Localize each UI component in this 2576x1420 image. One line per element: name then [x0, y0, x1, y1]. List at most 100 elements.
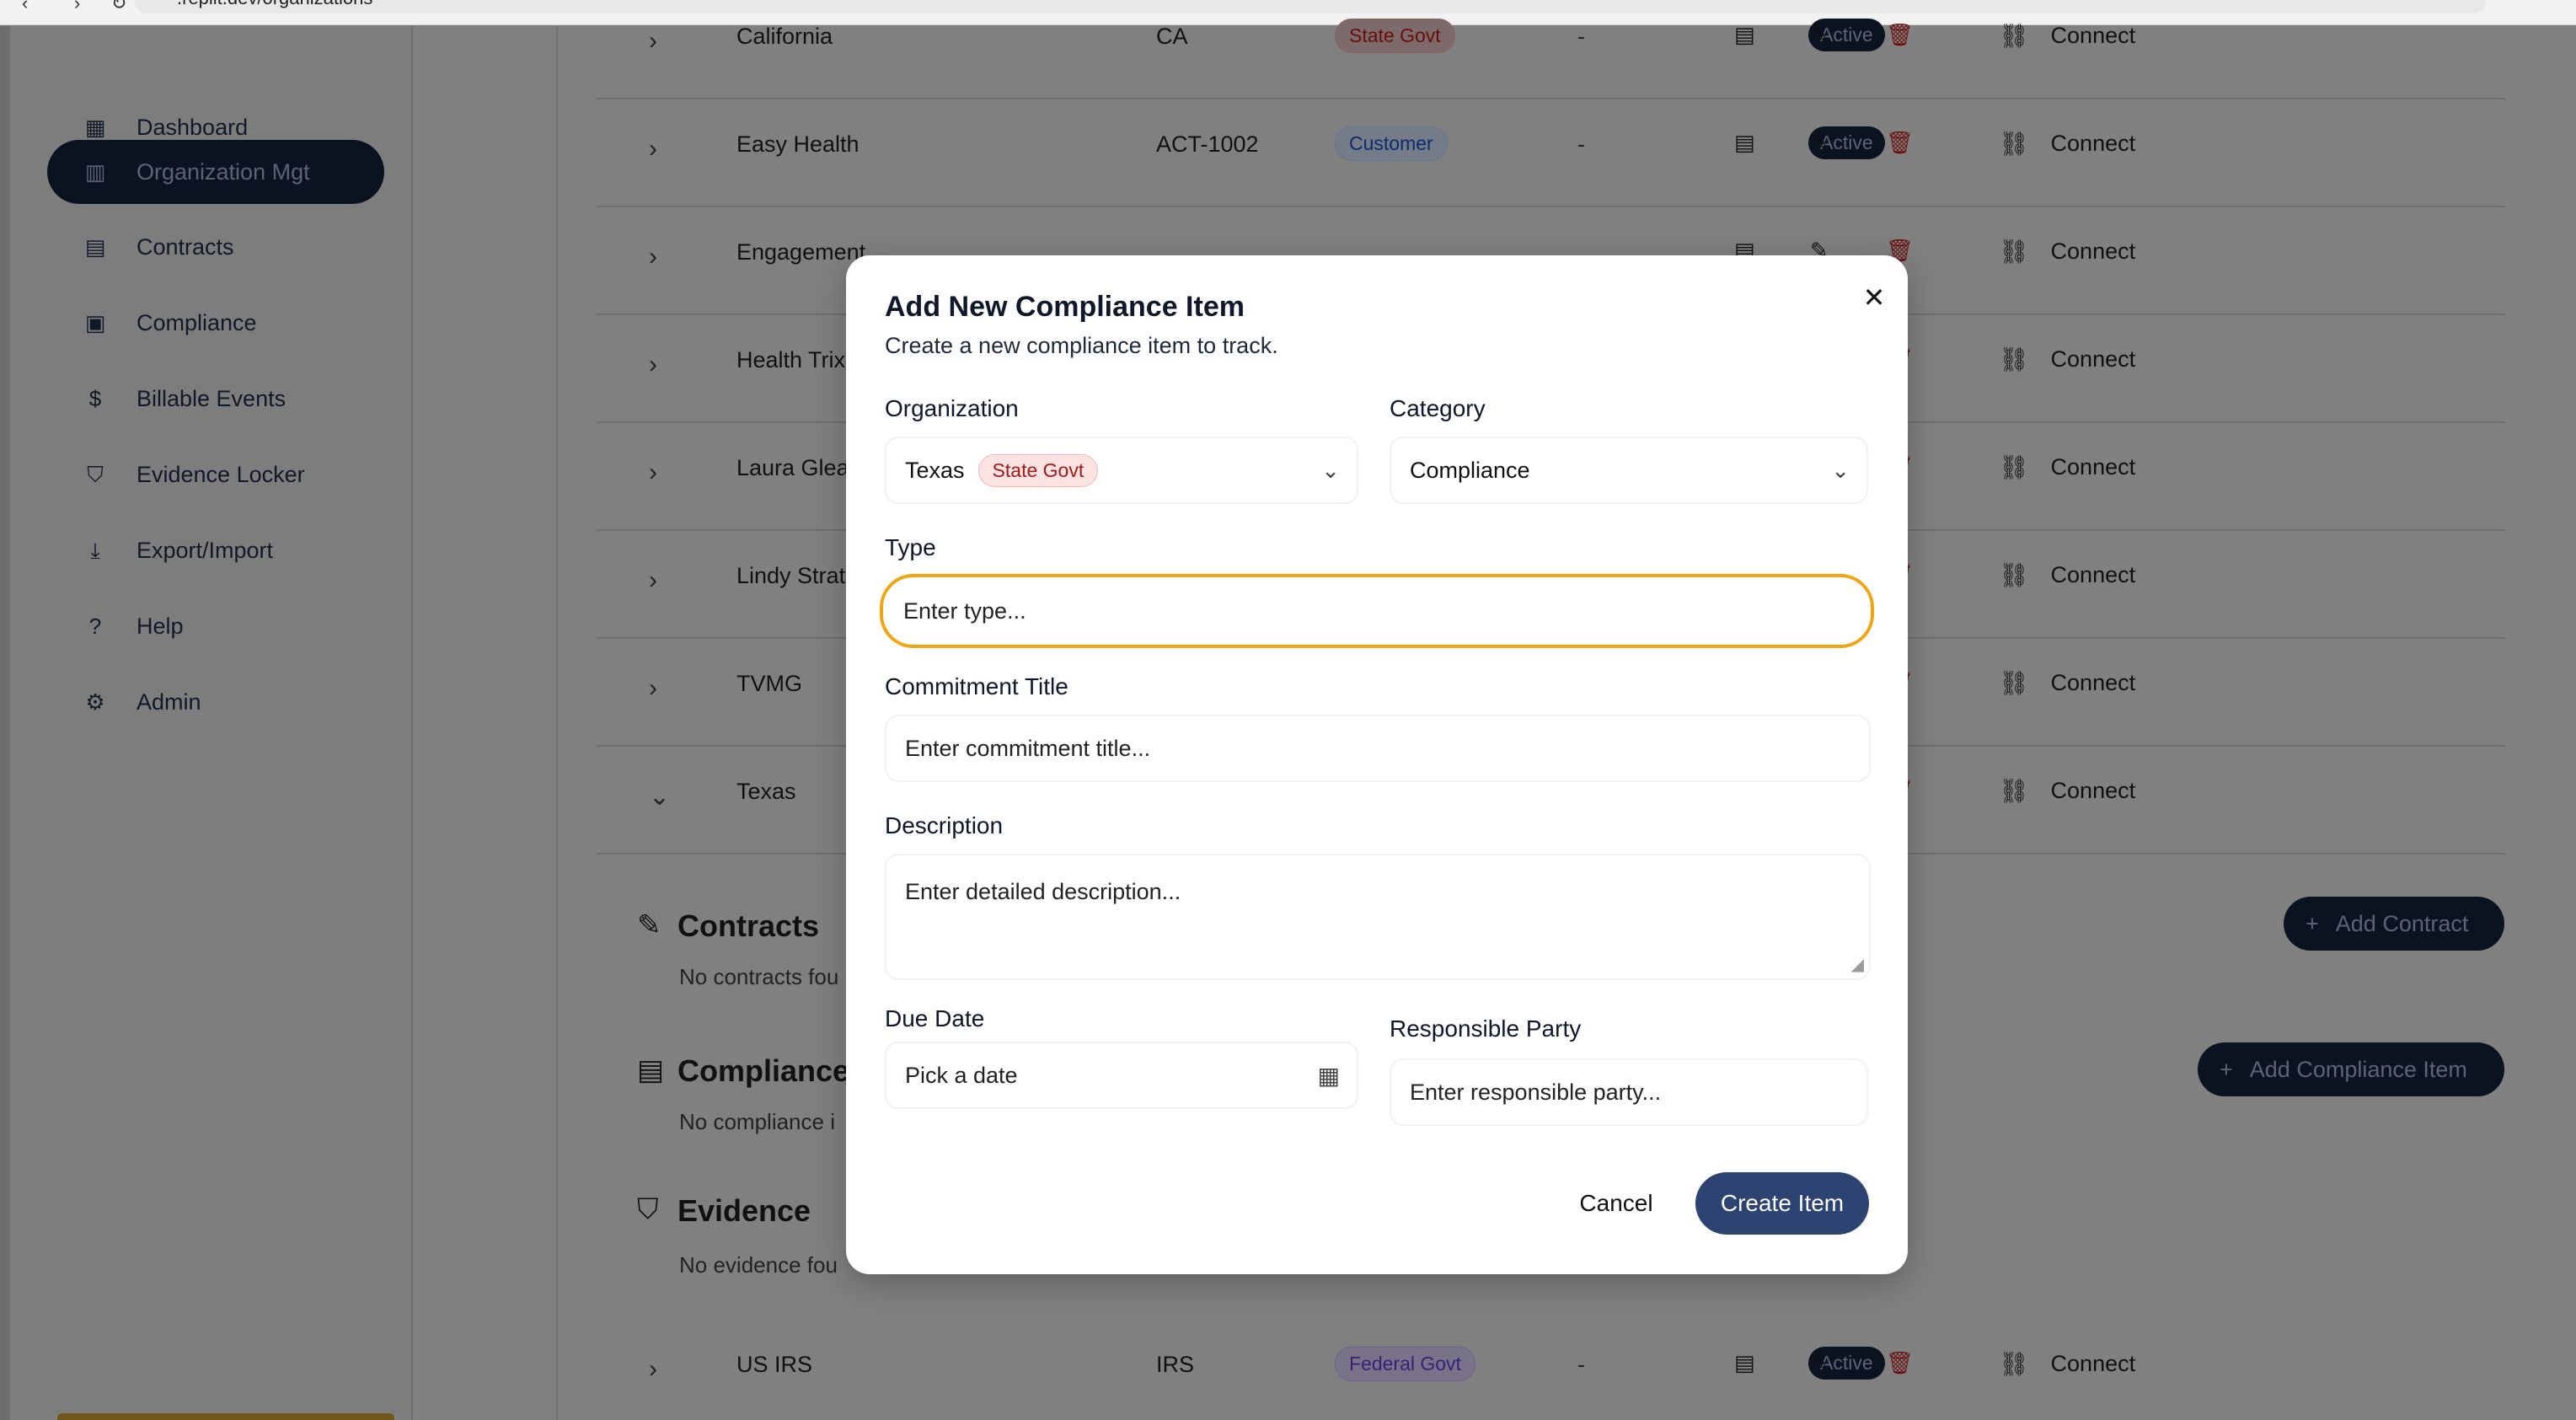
chevron-right-icon[interactable]: › — [649, 566, 657, 595]
sidebar-item-organization-mgt[interactable]: ▥ Organization Mgt — [47, 140, 384, 204]
org-name: Laura Glea — [736, 455, 849, 480]
category-select[interactable]: Compliance ⌄ — [1390, 437, 1868, 504]
empty-message: No evidence fou — [679, 1252, 838, 1278]
back-icon[interactable]: ‹ — [22, 0, 28, 13]
empty-value: - — [1577, 24, 1585, 49]
link-icon: ⛓ — [1999, 23, 2029, 49]
sidebar-item-export-import[interactable]: ⤓ Export/Import — [47, 518, 384, 582]
type-badge: State Govt — [1335, 19, 1455, 53]
forward-icon[interactable]: › — [74, 0, 80, 13]
org-name: California — [736, 24, 833, 49]
org-name: Lindy Strat — [736, 563, 846, 588]
cancel-button[interactable]: Cancel — [1557, 1172, 1675, 1235]
category-label: Category — [1390, 395, 1486, 421]
chevron-right-icon[interactable]: › — [649, 674, 657, 703]
commitment-title-input[interactable]: Enter commitment title... — [885, 715, 1871, 782]
download-icon: ⤓ — [90, 538, 100, 563]
connect-button[interactable]: ⛓ Connect — [1999, 346, 2135, 373]
link-icon: ⛓ — [1999, 1351, 2029, 1377]
document-icon[interactable]: ▤ — [1734, 130, 1755, 156]
dollar-icon: $ — [88, 386, 102, 411]
link-icon: ⛓ — [1999, 670, 2029, 696]
file-icon: ▤ — [84, 234, 106, 260]
type-label: Type — [885, 534, 936, 560]
sidebar-item-billable-events[interactable]: $ Billable Events — [47, 367, 384, 431]
connect-button[interactable]: ⛓ Connect — [1999, 1350, 2135, 1378]
connect-button[interactable]: ⛓ Connect — [1999, 561, 2135, 589]
link-icon: ⛓ — [1999, 346, 2029, 372]
chevron-right-icon[interactable]: › — [649, 27, 657, 56]
org-name: Texas — [736, 779, 796, 804]
sidebar-item-evidence-locker[interactable]: ⛉ Evidence Locker — [47, 442, 384, 506]
connect-label: Connect — [2050, 131, 2136, 156]
connect-label: Connect — [2050, 1351, 2136, 1376]
add-compliance-item-button[interactable]: + Add Compliance Item — [2198, 1042, 2504, 1096]
table-row[interactable]: › US IRS IRS Federal Govt - Active ⛓ Connect ▤ ✎ 🗑 — [597, 1320, 2506, 1420]
organization-select[interactable]: Texas State Govt ⌄ — [885, 437, 1358, 504]
sidebar-item-label: Contracts — [137, 233, 234, 260]
status-badge: State Govt — [977, 453, 1099, 487]
section-title: Evidence — [677, 1193, 811, 1228]
description-textarea[interactable]: Enter detailed description... ◢ — [885, 854, 1871, 980]
chevron-right-icon[interactable]: › — [649, 243, 657, 271]
type-placeholder: Enter type... — [903, 597, 1026, 624]
org-name: US IRS — [736, 1352, 813, 1377]
address-bar-url: .replit.dev/organizations — [177, 0, 372, 8]
document-icon[interactable]: ▤ — [1734, 1350, 1755, 1376]
org-name: Health Trix — [736, 347, 846, 372]
description-placeholder: Enter detailed description... — [905, 879, 1181, 904]
sidebar-item-contracts[interactable]: ▤ Contracts — [47, 215, 384, 279]
close-icon[interactable]: ✕ — [1857, 281, 1891, 314]
responsible-party-label: Responsible Party — [1390, 1015, 1582, 1042]
reload-icon[interactable]: ↻ — [111, 0, 126, 13]
chevron-down-icon[interactable]: ⌄ — [649, 782, 670, 812]
connect-button[interactable]: ⛓ Connect — [1999, 777, 2135, 805]
create-item-button[interactable]: Create Item — [1695, 1172, 1869, 1235]
shield-icon: ⛉ — [87, 462, 104, 487]
link-icon: ⛓ — [1999, 454, 2029, 480]
organization-value: Texas — [905, 457, 965, 483]
sidebar-item-admin[interactable]: ⚙ Admin — [47, 670, 384, 734]
trash-icon[interactable]: 🗑 — [1886, 22, 1914, 48]
type-input[interactable]: Enter type... — [880, 574, 1874, 648]
add-contract-button[interactable]: + Add Contract — [2284, 897, 2504, 951]
connect-button[interactable]: ⛓ Connect — [1999, 130, 2135, 158]
connect-button[interactable]: ⛓ Connect — [1999, 669, 2135, 697]
connect-label: Connect — [2050, 562, 2136, 587]
organization-label: Organization — [885, 395, 1019, 421]
connect-label: Connect — [2050, 778, 2136, 803]
sidebar-item-help[interactable]: ? Help — [47, 594, 384, 658]
sidebar-item-label: Admin — [137, 689, 201, 715]
pencil-icon[interactable]: ✎ — [1810, 1350, 1829, 1376]
responsible-party-placeholder: Enter responsible party... — [1410, 1079, 1662, 1105]
chevron-right-icon[interactable]: › — [649, 351, 657, 379]
chevron-right-icon[interactable]: › — [649, 135, 657, 163]
table-row[interactable]: › Easy Health ACT-1002 Customer - Active ⛓ Conn… — [597, 99, 2506, 207]
sidebar-item-label: Help — [137, 613, 184, 639]
connect-button[interactable]: ⛓ Connect — [1999, 453, 2135, 481]
connect-button[interactable]: ⛓ Connect — [1999, 238, 2135, 265]
sidebar-item-label: Export/Import — [137, 537, 274, 563]
section-title: Compliance — [677, 1053, 850, 1088]
due-date-label: Due Date — [885, 1005, 985, 1032]
connect-button[interactable]: ⛓ Connect — [1999, 22, 2135, 50]
trash-icon[interactable]: 🗑 — [1886, 1350, 1914, 1376]
add-compliance-item-dialog: Add New Compliance Item Create a new com… — [846, 255, 1908, 1274]
sidebar-item-compliance[interactable]: ▣ Compliance — [47, 291, 384, 355]
commitment-title-placeholder: Enter commitment title... — [905, 735, 1151, 761]
sidebar-item-label: Evidence Locker — [137, 461, 305, 487]
pencil-icon[interactable]: ✎ — [1810, 130, 1829, 156]
pencil-icon[interactable]: ✎ — [1810, 22, 1829, 48]
trash-icon[interactable]: 🗑 — [1886, 130, 1914, 156]
connect-label: Connect — [2050, 238, 2136, 264]
responsible-party-input[interactable]: Enter responsible party... — [1390, 1058, 1868, 1126]
chevron-right-icon[interactable]: › — [649, 1355, 657, 1384]
document-icon[interactable]: ▤ — [1734, 22, 1755, 48]
table-row[interactable]: › California CA State Govt - Active ⛓ Connect ▤ ✎… — [597, 0, 2506, 99]
resize-handle-icon[interactable]: ◢ — [1851, 954, 1864, 975]
connect-label: Connect — [2050, 454, 2136, 480]
link-icon: ⛓ — [1999, 131, 2029, 157]
chevron-right-icon[interactable]: › — [649, 458, 657, 487]
empty-value: - — [1577, 131, 1585, 157]
due-date-picker[interactable]: Pick a date ▦ — [885, 1042, 1358, 1109]
